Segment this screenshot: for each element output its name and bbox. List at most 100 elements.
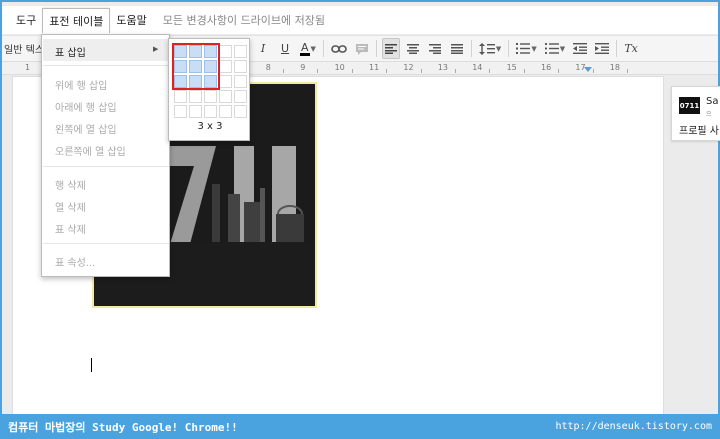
table-size-cell[interactable] [174, 90, 187, 103]
align-center-icon [406, 43, 419, 54]
toolbar-separator [616, 40, 618, 57]
menu-item-insert-table[interactable]: 표 삽입 [55, 44, 86, 59]
banner-url: http://denseuk.tistory.com [555, 421, 712, 432]
table-size-label: 3 x 3 [197, 121, 223, 132]
menu-item-insert-row-above[interactable]: 위에 행 삽입 [55, 77, 107, 92]
justify-button[interactable] [448, 38, 466, 59]
table-size-cell[interactable] [174, 105, 187, 118]
ruler-tick [627, 69, 628, 73]
menu-item-delete-row[interactable]: 행 삭제 [55, 177, 86, 192]
table-size-cell[interactable] [234, 45, 247, 58]
link-icon [331, 44, 347, 53]
chevron-down-icon: ▼ [310, 44, 316, 53]
ruler-number: 12 [403, 63, 414, 72]
menu-tools[interactable]: 도구 [10, 8, 42, 32]
ruler-number: 1 [25, 63, 31, 72]
toolbar-separator [322, 40, 324, 57]
ruler-number: 10 [334, 63, 345, 72]
italic-button[interactable]: I [254, 38, 272, 59]
underline-button[interactable]: U [276, 38, 294, 59]
numbered-list-icon [516, 43, 531, 54]
ruler-tick [420, 69, 422, 73]
menu-item-table-properties[interactable]: 표 속성... [55, 254, 95, 269]
ruler-number: 14 [472, 63, 483, 72]
banner-title: 컴퓨터 마법장의 Study Google! Chrome!! [8, 420, 238, 434]
ruler-tick [317, 69, 319, 73]
table-size-cell[interactable] [189, 90, 202, 103]
menu-item-insert-col-right[interactable]: 오른쪽에 열 삽입 [55, 143, 126, 158]
menu-separator [43, 243, 169, 244]
toolbar-separator [470, 40, 472, 57]
menu-table[interactable]: 표전 테이블 [42, 7, 111, 33]
ruler-tick [283, 69, 284, 73]
text-color-button[interactable]: A ▼ [298, 38, 318, 59]
numbered-list-button[interactable]: ▼ [514, 38, 538, 59]
ruler-number: 18 [609, 63, 620, 72]
menu-help[interactable]: 도움말 [110, 8, 152, 32]
ruler-number: 15 [506, 63, 517, 72]
increase-indent-button[interactable] [593, 38, 611, 59]
align-right-button[interactable] [426, 38, 444, 59]
menu-item-delete-table[interactable]: 표 삭제 [55, 221, 86, 236]
avatar: 0711 [679, 97, 700, 114]
menu-item-insert-row-below[interactable]: 아래에 행 삽입 [55, 99, 117, 114]
ruler-tick [351, 69, 353, 73]
align-center-button[interactable] [404, 38, 422, 59]
ruler-tick [558, 69, 560, 73]
comment-button[interactable] [353, 38, 371, 59]
bulleted-list-icon [544, 43, 559, 54]
chevron-down-icon: ▼ [559, 44, 566, 53]
decrease-indent-icon [573, 43, 588, 54]
chevron-down-icon: ▼ [495, 44, 502, 53]
indent-marker[interactable] [584, 67, 592, 72]
table-size-cell[interactable] [219, 90, 232, 103]
menu-item-delete-col[interactable]: 열 삭제 [55, 199, 86, 214]
comment-profile-link[interactable]: 프로필 사 [679, 122, 719, 137]
table-size-cell[interactable] [219, 75, 232, 88]
ruler-tick [455, 69, 456, 73]
justify-icon [450, 43, 463, 54]
comment-icon [355, 43, 368, 55]
table-size-cell[interactable] [219, 45, 232, 58]
menu-item-insert-col-left[interactable]: 왼쪽에 열 삽입 [55, 121, 117, 136]
menu-separator [43, 166, 169, 167]
chevron-down-icon: ▼ [531, 44, 537, 53]
link-button[interactable] [329, 38, 349, 59]
table-size-cell[interactable] [189, 105, 202, 118]
submenu-arrow-icon: ▶ [153, 45, 159, 53]
ruler-number: 8 [265, 63, 271, 72]
decrease-indent-button[interactable] [571, 38, 589, 59]
table-size-cell[interactable] [234, 75, 247, 88]
table-size-cell[interactable] [204, 90, 217, 103]
ruler-number: 16 [541, 63, 552, 72]
table-size-cell[interactable] [219, 105, 232, 118]
line-spacing-icon [478, 42, 495, 55]
text-cursor [91, 358, 92, 372]
toolbar-separator [375, 40, 377, 57]
toolbar-separator [508, 40, 510, 57]
footer-banner: 컴퓨터 마법장의 Study Google! Chrome!! http://d… [0, 414, 720, 439]
align-left-icon [384, 43, 397, 54]
comment-author-name: Sa [706, 96, 719, 107]
clear-formatting-button[interactable]: Tx [622, 38, 640, 59]
align-left-button[interactable] [381, 38, 400, 59]
paragraph-style-select[interactable]: 일반 텍스 [4, 38, 44, 59]
table-size-cell[interactable] [204, 105, 217, 118]
table-size-cell[interactable] [234, 105, 247, 118]
increase-indent-icon [595, 43, 610, 54]
ruler-number: 11 [369, 63, 380, 72]
table-size-cell[interactable] [234, 90, 247, 103]
text-color-label: A [300, 40, 310, 56]
table-dropdown-menu: 표 삽입 ▶ 위에 행 삽입 아래에 행 삽입 왼쪽에 열 삽입 오른쪽에 열 … [41, 34, 170, 277]
comment-card[interactable]: 0711 Sa 으 프로필 사 [671, 86, 720, 141]
table-size-cell[interactable] [219, 60, 232, 73]
ruler-tick [523, 69, 525, 73]
ruler-number: 9 [300, 63, 306, 72]
line-spacing-button[interactable]: ▼ [477, 38, 503, 59]
ruler-tick [489, 69, 491, 73]
ruler-tick [592, 69, 594, 73]
bulleted-list-button[interactable]: ▼ [543, 38, 567, 59]
menubar: 도구 표전 테이블 도움말 모든 변경사항이 드라이브에 저장됨 [2, 6, 718, 34]
table-size-cell[interactable] [234, 60, 247, 73]
table-size-picker: 3 x 3 [168, 38, 250, 141]
